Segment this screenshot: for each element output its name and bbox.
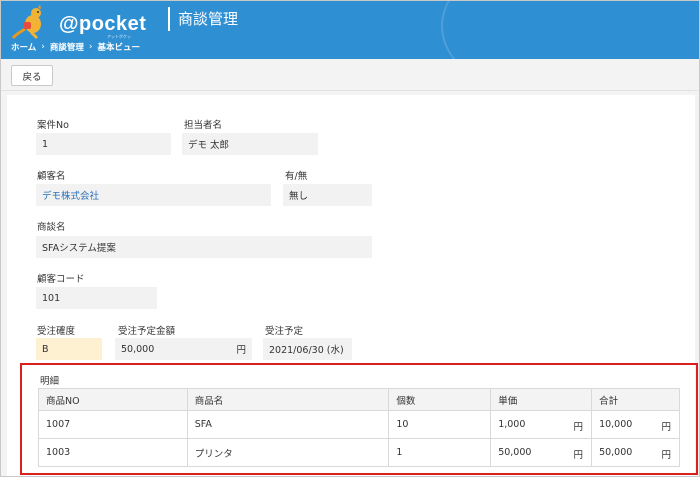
customer-code-label: 顧客コード [37,274,85,285]
breadcrumb: ホーム › 商談管理 › 基本ビュー [11,41,140,53]
unit-price-value: 1,000 [498,419,526,430]
kangaroo-logo-icon [11,5,41,39]
column-header: 合計 [591,388,680,411]
back-button[interactable]: 戻る [11,65,53,86]
customer-code-field[interactable]: 101 [36,287,157,309]
breadcrumb-chevron-icon: › [41,42,45,52]
owner-label: 担当者名 [184,120,223,131]
currency-unit: 円 [661,422,671,433]
app-header: @pocket アットポケット 商談管理 ホーム › 商談管理 › 基本ビュー [1,1,699,59]
column-header: 個数 [388,388,492,411]
amount-field[interactable]: 50,000 円 [115,338,252,360]
table-row[interactable]: 1007 SFA 10 1,000 円 10,000 円 [38,410,680,439]
details-title: 明細 [40,376,60,387]
column-header: 単価 [490,388,593,411]
order-date-field[interactable]: 2021/06/30 (水) [263,338,352,360]
breadcrumb-chevron-icon: › [88,42,93,52]
header-decoration [441,1,699,59]
currency-unit: 円 [573,422,584,433]
details-table: 商品NO 商品名 個数 単価 合計 1007 SFA 10 1,000 円 10,… [38,388,680,467]
total-cell: 10,000 円 [591,410,680,439]
app-window: @pocket アットポケット 商談管理 ホーム › 商談管理 › 基本ビュー … [0,0,700,477]
unit-price-cell: 1,000 円 [490,410,593,439]
owner-field[interactable]: デモ 太郎 [182,133,318,155]
logo-wordmark: @pocket [59,13,147,35]
unit-price-value: 50,000 [498,447,532,458]
table-row[interactable]: 1003 プリンタ 1 50,000 円 50,000 円 [38,438,680,467]
deal-name-field[interactable]: SFAシステム提案 [36,236,372,258]
breadcrumb-deal-management[interactable]: 商談管理 [50,41,84,53]
quantity-cell: 10 [388,410,492,439]
total-value: 50,000 [599,447,633,458]
amount-label: 受注予定金額 [118,326,176,337]
total-cell: 50,000 円 [591,438,680,467]
product-no-cell: 1007 [38,410,188,439]
deal-name-label: 商談名 [37,222,66,233]
toolbar: 戻る [1,59,699,91]
currency-unit: 円 [661,450,671,461]
flag-label: 有/無 [285,171,308,182]
column-header: 商品NO [38,388,188,411]
total-value: 10,000 [599,419,633,430]
column-header: 商品名 [186,388,390,411]
amount-unit: 円 [236,345,246,356]
flag-field[interactable]: 無し [283,184,372,206]
unit-price-cell: 50,000 円 [490,438,593,467]
page-title: 商談管理 [178,10,239,28]
customer-link[interactable]: デモ株式会社 [36,184,271,206]
app-logo[interactable]: @pocket アットポケット [11,5,146,45]
certainty-label: 受注確度 [37,326,76,337]
case-no-label: 案件No [37,120,69,131]
breadcrumb-home[interactable]: ホーム [11,41,36,53]
customer-label: 顧客名 [37,171,66,182]
quantity-cell: 1 [388,438,492,467]
case-no-field[interactable]: 1 [36,133,171,155]
amount-value: 50,000 [121,343,155,355]
details-section: 明細 商品NO 商品名 個数 単価 合計 1007 SFA 10 1,000 円… [20,363,698,475]
table-header-row: 商品NO 商品名 個数 単価 合計 [38,388,680,411]
breadcrumb-current-view: 基本ビュー [97,43,140,53]
header-divider [168,7,170,31]
order-date-label: 受注予定 [265,326,304,337]
currency-unit: 円 [573,450,584,461]
product-name-cell: プリンタ [186,438,390,467]
certainty-field[interactable]: B [36,338,102,360]
product-no-cell: 1003 [38,438,188,467]
product-name-cell: SFA [186,410,390,439]
